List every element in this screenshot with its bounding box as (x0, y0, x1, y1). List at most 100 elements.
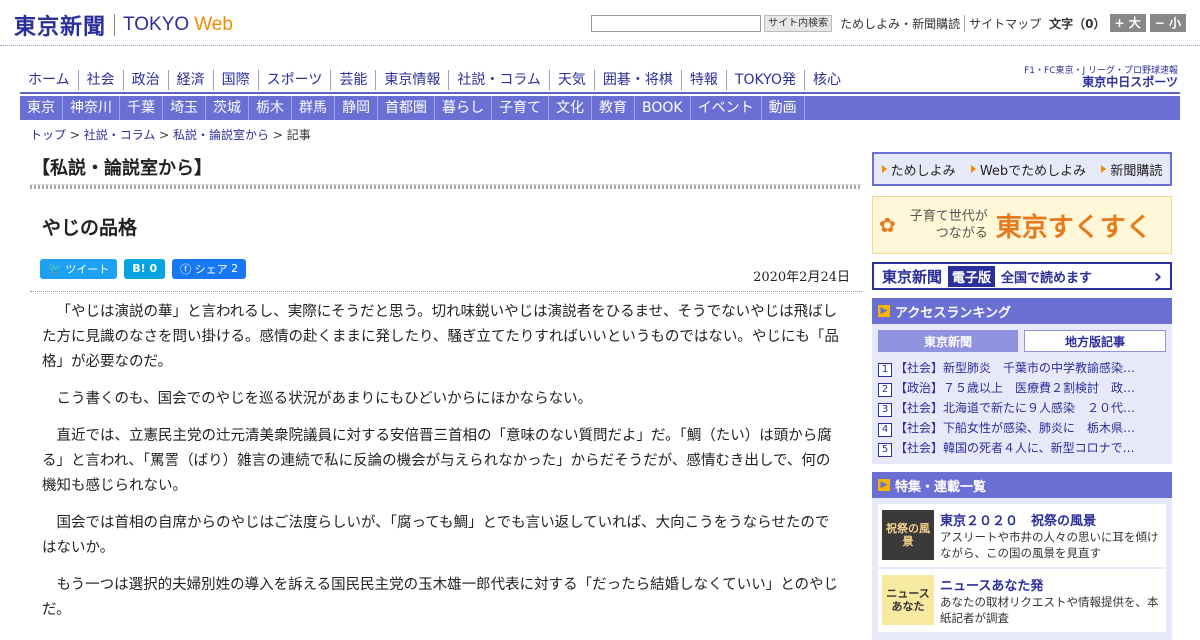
search-button[interactable]: サイト内検索 (764, 14, 833, 32)
facebook-icon: ⓕ (180, 262, 195, 276)
nav-international[interactable]: 国際 (212, 70, 258, 90)
region-kanagawa[interactable]: 神奈川 (63, 96, 120, 120)
nav-kakushin[interactable]: 核心 (803, 70, 849, 90)
nav-tokyo-hatsu[interactable]: TOKYO発 (725, 70, 804, 90)
nav-home[interactable]: ホーム (20, 70, 78, 90)
nav-society[interactable]: 社会 (77, 70, 123, 90)
region-tochigi[interactable]: 栃木 (249, 96, 292, 120)
font-size-label: 文字（0） (1049, 16, 1106, 31)
article-paragraph: 直近では、立憲民主党の辻元清美衆院議員に対する安倍晋三首相の「意味のない質問だよ… (42, 428, 832, 494)
web-trial-link[interactable]: Webでためしよみ (970, 160, 1087, 179)
nav-tokuho[interactable]: 特報 (680, 70, 726, 90)
region-gunma[interactable]: 群馬 (292, 96, 335, 120)
chunichi-sports-link[interactable]: F1・FC東京・J リーグ・プロ野球速報 東京中日スポーツ (1024, 66, 1178, 88)
rank-number: 5 (878, 443, 892, 457)
rank-number: 2 (878, 383, 892, 397)
ranking-item[interactable]: 5 【社会】韓国の死者４人に、新型コロナで… (878, 438, 1166, 458)
breadcrumb-top[interactable]: トップ (30, 128, 66, 142)
nav-sports[interactable]: スポーツ (257, 70, 331, 90)
region-shutoken[interactable]: 首都圏 (378, 96, 435, 120)
arrow-icon (970, 165, 976, 173)
tab-tokyo-shimbun[interactable]: 東京新聞 (878, 330, 1018, 352)
breadcrumb-sep: > (269, 128, 287, 142)
nav-event[interactable]: イベント (691, 96, 762, 120)
features-title: 特集・連載一覧 (895, 479, 987, 495)
section-divider (30, 184, 862, 189)
chevron-right-icon: › (1153, 264, 1162, 288)
article-paragraph: こう書くのも、国会でのやじを巡る状況があまりにもひどいからにほかならない。 (56, 391, 593, 407)
chunichi-name: 東京中日スポーツ (1082, 75, 1178, 89)
font-smaller-button[interactable]: − 小 (1149, 14, 1186, 32)
hatena-label: B! (132, 262, 146, 275)
ranking-tabs: 東京新聞 地方版記事 (878, 330, 1166, 352)
features-bullet-icon: ▶ (878, 479, 890, 491)
feature-title: 東京２０２０ 祝祭の風景 (940, 514, 1097, 529)
subscription-nav: ためしよみ Webでためしよみ 新聞購読 (872, 152, 1172, 186)
article-paragraph: もう一つは選択的夫婦別姓の導入を訴える国民民主党の玉木雄一郎代表に対する「だった… (42, 577, 839, 618)
ranking-item[interactable]: 1 【社会】新型肺炎 千葉市の中学教諭感染… (878, 358, 1166, 378)
region-tokyo[interactable]: 東京 (20, 96, 63, 120)
region-saitama[interactable]: 埼玉 (163, 96, 206, 120)
ranking-item[interactable]: 2 【政治】７５歳以上 医療費２割検討 政… (878, 378, 1166, 398)
denshi-text: 全国で読めます (1001, 270, 1093, 286)
logo-divider (114, 14, 116, 36)
font-larger-button[interactable]: + 大 (1109, 14, 1146, 32)
ranking-title: アクセスランキング (895, 305, 1011, 321)
article-date: 2020年2月24日 (753, 270, 850, 285)
subscribe-label: 新聞購読 (1110, 163, 1163, 179)
digital-edition-banner[interactable]: 東京新聞 電子版 全国で読めます › (872, 262, 1172, 290)
search-input[interactable] (591, 14, 762, 32)
web-trial-label: Webでためしよみ (979, 163, 1087, 179)
logo-web: Web (194, 14, 233, 35)
nav-book[interactable]: BOOK (635, 96, 691, 120)
nav-weather[interactable]: 天気 (548, 70, 594, 90)
nav-entertainment[interactable]: 芸能 (330, 70, 375, 90)
region-nav: 東京 神奈川 千葉 埼玉 茨城 栃木 群馬 静岡 首都圏 暮らし 子育て 文化 … (20, 96, 1180, 120)
breadcrumb-ronsetsu[interactable]: 私説・論説室から (173, 128, 269, 142)
sukusuku-brand: 東京すくすく (995, 212, 1152, 243)
sitemap-link[interactable]: サイトマップ (964, 14, 1045, 32)
denshi-name: 東京新聞 (882, 267, 943, 286)
subscribe-link[interactable]: ためしよみ・新聞購読 (836, 15, 964, 32)
feature-item[interactable]: ニュースあなた ニュースあなた発 あなたの取材リクエストや情報提供を、本紙記者が調… (878, 569, 1166, 632)
nav-economy[interactable]: 経済 (167, 70, 213, 90)
nav-bunka[interactable]: 文化 (549, 96, 592, 120)
breadcrumb: トップ > 社説・コラム > 私説・論説室から > 記事 (30, 126, 311, 143)
hatena-button[interactable]: B! 0 (124, 258, 166, 279)
sukusuku-line2: つながる (935, 226, 988, 241)
ranking-item[interactable]: 3 【社会】北海道で新たに９人感染 ２０代… (878, 398, 1166, 418)
region-shizuoka[interactable]: 静岡 (335, 96, 378, 120)
subscribe-link-side[interactable]: 新聞購読 (1101, 160, 1162, 179)
ranking-bullet-icon: ▶ (878, 305, 890, 317)
region-chiba[interactable]: 千葉 (120, 96, 163, 120)
nav-editorial[interactable]: 社説・コラム (448, 70, 549, 90)
site-logo[interactable]: 東京新聞 TOKYO Web (14, 9, 233, 41)
facebook-share-button[interactable]: ⓕ シェア 2 (172, 258, 247, 279)
article-paragraph: 国会では首相の自席からのやじはご法度らしいが、「腐っても鯛」とでも言い返していれ… (42, 515, 830, 556)
breadcrumb-sep: > (155, 128, 174, 142)
region-ibaraki[interactable]: 茨城 (206, 96, 249, 120)
tweet-button[interactable]: 🐦 ツイート (40, 258, 118, 279)
facebook-count: 2 (231, 262, 239, 275)
nav-kosodate[interactable]: 子育て (492, 96, 549, 120)
nav-politics[interactable]: 政治 (122, 70, 168, 90)
ranking-box: 東京新聞 地方版記事 1 【社会】新型肺炎 千葉市の中学教諭感染… 2 【政治】７５… (872, 324, 1172, 464)
rank-number: 4 (878, 423, 892, 437)
nav-kurashi[interactable]: 暮らし (435, 96, 492, 120)
sukusuku-banner[interactable]: ✿ 子育て世代が つながる 東京すくすく (872, 196, 1172, 254)
sukusuku-tagline: 子育て世代が つながる (910, 208, 988, 242)
breadcrumb-editorial[interactable]: 社説・コラム (84, 128, 156, 142)
trial-link[interactable]: ためしよみ (881, 160, 956, 179)
nav-igo-shogi[interactable]: 囲碁・将棋 (593, 70, 681, 90)
nav-tokyo-info[interactable]: 東京情報 (375, 70, 448, 90)
ranking-item[interactable]: 4 【社会】下船女性が感染、肺炎に 栃木県… (878, 418, 1166, 438)
feature-item[interactable]: 祝祭の風景 東京２０２０ 祝祭の風景 アスリートや市井の人々の思いに耳を傾けながら… (878, 504, 1166, 567)
feature-desc: アスリートや市井の人々の思いに耳を傾けながら、この国の風景を見直す (940, 530, 1159, 560)
twitter-icon: 🐦 (48, 262, 66, 275)
nav-video[interactable]: 動画 (762, 96, 805, 120)
ranking-item-text: 【社会】下船女性が感染、肺炎に 栃木県… (895, 421, 1136, 435)
nav-kyoiku[interactable]: 教育 (592, 96, 635, 120)
ranking-item-text: 【政治】７５歳以上 医療費２割検討 政… (895, 381, 1136, 395)
article-body: 「やじは演説の華」と言われるし、実際にそうだと思う。切れ味鋭いやじは演説者をひる… (30, 292, 840, 623)
tab-regional[interactable]: 地方版記事 (1024, 330, 1166, 352)
